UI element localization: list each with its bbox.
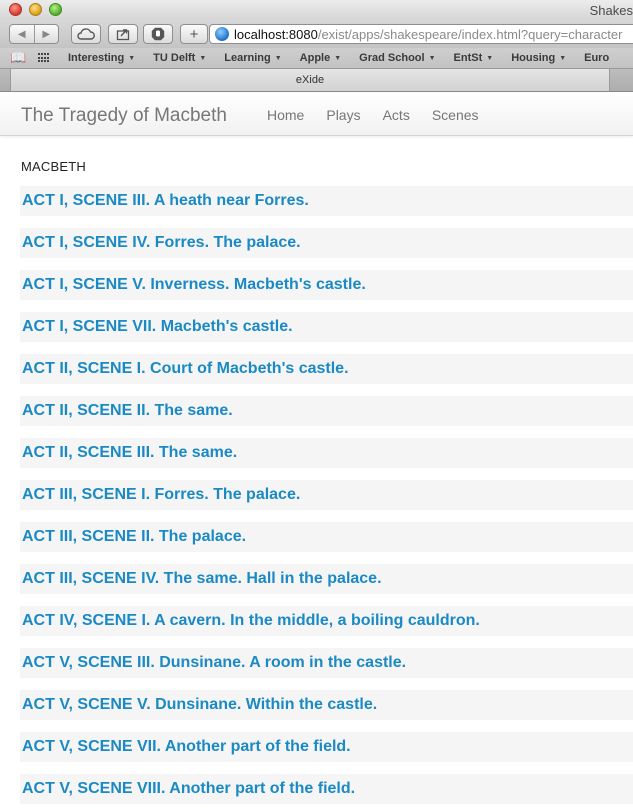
url-host: localhost:8080: [234, 26, 318, 42]
bookmark-folder[interactable]: Euro: [584, 52, 609, 64]
scene-link[interactable]: ACT I, SCENE VII. Macbeth's castle.: [20, 312, 633, 342]
zoom-window-button[interactable]: [49, 3, 62, 16]
scene-link[interactable]: ACT V, SCENE VIII. Another part of the f…: [20, 774, 633, 804]
nav-home-link[interactable]: Home: [267, 107, 304, 123]
tab-bar: eXide: [0, 69, 633, 92]
chevron-down-icon: ▼: [559, 54, 567, 62]
bookmark-folders: Interesting ▼ TU Delft ▼ Learning ▼ Apple ▼ …: [68, 52, 627, 64]
scene-link[interactable]: ACT V, SCENE III. Dunsinane. A room in t…: [20, 648, 633, 678]
scene-link[interactable]: ACT III, SCENE I. Forres. The palace.: [20, 480, 633, 510]
chevron-down-icon: ▼: [428, 54, 436, 62]
share-button[interactable]: [108, 24, 138, 44]
scene-link[interactable]: ACT V, SCENE V. Dunsinane. Within the ca…: [20, 690, 633, 720]
back-icon[interactable]: ◀: [10, 29, 34, 40]
scene-list: ACT I, SCENE III. A heath near Forres. A…: [20, 186, 633, 809]
icloud-tabs-button[interactable]: [71, 24, 101, 44]
browser-toolbar: ◀ ▶ + localhost:8080/exist/apps/shakespe…: [0, 20, 633, 48]
bookmark-folder[interactable]: Learning ▼: [224, 52, 281, 64]
character-name: MACBETH: [21, 159, 86, 174]
hand-stop-icon: [151, 27, 165, 41]
bookmark-folder[interactable]: Apple ▼: [300, 52, 342, 64]
bookmark-folder[interactable]: Grad School ▼: [359, 52, 435, 64]
bookmarks-bar: 📖 Interesting ▼ TU Delft ▼ Learning ▼ Apple…: [0, 48, 633, 69]
window-title: Shakes: [589, 3, 633, 18]
nav-acts-link[interactable]: Acts: [383, 107, 410, 123]
site-brand[interactable]: The Tragedy of Macbeth: [21, 105, 227, 127]
bookmark-folder[interactable]: Interesting ▼: [68, 52, 135, 64]
scene-link[interactable]: ACT I, SCENE III. A heath near Forres.: [20, 186, 633, 216]
nav-scenes-link[interactable]: Scenes: [432, 107, 479, 123]
nav-plays-link[interactable]: Plays: [326, 107, 360, 123]
scene-link[interactable]: ACT II, SCENE III. The same.: [20, 438, 633, 468]
bookmark-folder[interactable]: Housing ▼: [511, 52, 566, 64]
address-bar[interactable]: localhost:8080/exist/apps/shakespeare/in…: [209, 24, 633, 44]
scene-link[interactable]: ACT III, SCENE IV. The same. Hall in the…: [20, 564, 633, 594]
top-sites-icon[interactable]: [38, 53, 50, 63]
tab-exide[interactable]: eXide: [10, 69, 610, 91]
reading-list-icon[interactable]: 📖: [10, 50, 26, 66]
scene-link[interactable]: ACT II, SCENE II. The same.: [20, 396, 633, 426]
bookmark-folder[interactable]: EntSt ▼: [454, 52, 494, 64]
scene-link[interactable]: ACT V, SCENE VII. Another part of the fi…: [20, 732, 633, 762]
scene-link[interactable]: ACT IV, SCENE I. A cavern. In the middle…: [20, 606, 633, 636]
site-navbar: The Tragedy of Macbeth Home Plays Acts S…: [0, 93, 633, 136]
nav-links: Home Plays Acts Scenes: [267, 107, 501, 123]
window-titlebar: Shakes: [0, 0, 633, 20]
scene-link[interactable]: ACT III, SCENE II. The palace.: [20, 522, 633, 552]
back-forward-group: ◀ ▶: [9, 24, 59, 44]
bookmark-folder[interactable]: TU Delft ▼: [153, 52, 206, 64]
share-icon: [116, 29, 130, 41]
close-window-button[interactable]: [9, 3, 22, 16]
chevron-down-icon: ▼: [199, 54, 207, 62]
minimize-window-button[interactable]: [29, 3, 42, 16]
chevron-down-icon: ▼: [334, 54, 342, 62]
chevron-down-icon: ▼: [128, 54, 136, 62]
extension-button[interactable]: [143, 24, 173, 44]
scene-link[interactable]: ACT I, SCENE V. Inverness. Macbeth's cas…: [20, 270, 633, 300]
scene-link[interactable]: ACT II, SCENE I. Court of Macbeth's cast…: [20, 354, 633, 384]
chevron-down-icon: ▼: [274, 54, 282, 62]
chevron-down-icon: ▼: [486, 54, 494, 62]
scene-link[interactable]: ACT I, SCENE IV. Forres. The palace.: [20, 228, 633, 258]
globe-icon: [215, 27, 229, 41]
forward-icon[interactable]: ▶: [35, 29, 59, 40]
url-path: /exist/apps/shakespeare/index.html?query…: [317, 26, 623, 42]
add-bookmark-button[interactable]: +: [180, 24, 208, 44]
cloud-icon: [77, 28, 95, 40]
